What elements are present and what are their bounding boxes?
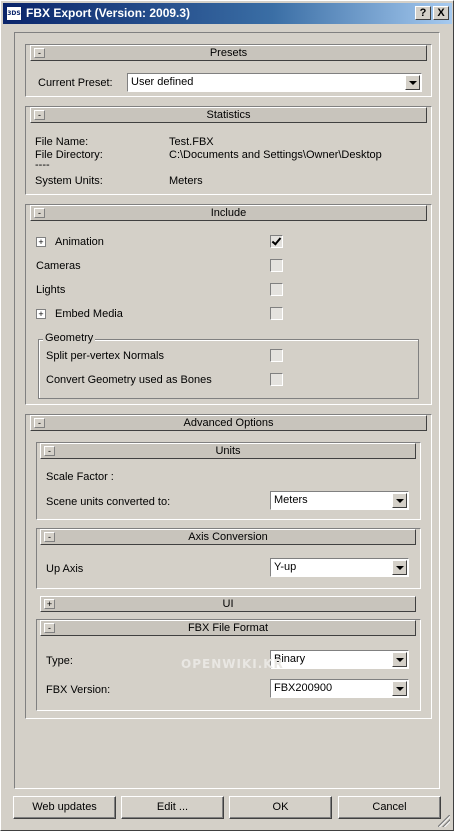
system-units-label: System Units: — [35, 175, 103, 187]
window-title: FBX Export (Version: 2009.3) — [26, 6, 191, 20]
rollout-title: Axis Conversion — [188, 531, 268, 543]
file-name-label: File Name: — [35, 136, 89, 148]
resize-grip-icon[interactable] — [438, 815, 450, 827]
geometry-group-title: Geometry — [43, 332, 96, 344]
rollout-title: Include — [210, 207, 247, 219]
scale-factor-label: Scale Factor : — [46, 471, 114, 483]
geometry-groupbox: Geometry — [38, 332, 419, 399]
current-preset-label: Current Preset: — [38, 77, 113, 89]
scene-units-value: Meters — [274, 494, 308, 506]
cancel-button[interactable]: Cancel — [338, 796, 441, 819]
web-updates-button[interactable]: Web updates — [13, 796, 116, 819]
advanced-options-rollout-header[interactable]: - Advanced Options — [30, 415, 427, 431]
convert-bones-label: Convert Geometry used as Bones — [46, 374, 212, 386]
file-directory-value: C:\Documents and Settings\Owner\Desktop — [169, 149, 382, 161]
statistics-rollout-header[interactable]: - Statistics — [30, 107, 427, 123]
title-bar[interactable]: 3DS FBX Export (Version: 2009.3) ? X — [3, 3, 452, 24]
ok-button[interactable]: OK — [229, 796, 332, 819]
dropdown-arrow-icon[interactable] — [405, 75, 420, 90]
fbx-version-dropdown[interactable]: FBX200900 — [270, 679, 409, 698]
rollout-title: Statistics — [206, 109, 251, 121]
fbx-file-format-rollout-header[interactable]: - FBX File Format — [40, 620, 416, 636]
ui-rollout-header[interactable]: + UI — [40, 596, 416, 612]
file-name-value: Test.FBX — [169, 136, 214, 148]
dropdown-arrow-icon[interactable] — [392, 493, 407, 508]
embed-media-checkbox[interactable] — [270, 307, 283, 320]
animation-label: Animation — [55, 236, 104, 248]
lights-label: Lights — [36, 284, 66, 296]
dropdown-arrow-icon[interactable] — [392, 681, 407, 696]
expand-embed-media-icon[interactable]: + — [36, 309, 46, 319]
fbx-export-dialog: 3DS FBX Export (Version: 2009.3) ? X - P… — [0, 0, 454, 831]
convert-bones-checkbox[interactable] — [270, 373, 283, 386]
system-units-value: Meters — [169, 175, 203, 187]
scene-units-dropdown[interactable]: Meters — [270, 491, 409, 510]
embed-media-label: Embed Media — [55, 308, 123, 320]
split-normals-checkbox[interactable] — [270, 349, 283, 362]
units-rollout-header[interactable]: - Units — [40, 443, 416, 459]
rollout-title: Advanced Options — [183, 417, 274, 429]
cameras-checkbox[interactable] — [270, 259, 283, 272]
current-preset-value: User defined — [131, 76, 194, 88]
expand-animation-icon[interactable]: + — [36, 237, 46, 247]
close-button[interactable]: X — [433, 6, 449, 20]
watermark: OPENWIKI.KR — [181, 657, 284, 671]
presets-rollout-header[interactable]: - Presets — [30, 45, 427, 61]
app-icon: 3DS — [6, 6, 22, 21]
rollout-title: UI — [222, 598, 234, 610]
dropdown-arrow-icon[interactable] — [392, 652, 407, 667]
rollout-title: FBX File Format — [187, 622, 269, 634]
axis-conversion-rollout-header[interactable]: - Axis Conversion — [40, 529, 416, 545]
dropdown-arrow-icon[interactable] — [392, 560, 407, 575]
cameras-label: Cameras — [36, 260, 81, 272]
up-axis-label: Up Axis — [46, 563, 84, 575]
lights-checkbox[interactable] — [270, 283, 283, 296]
up-axis-dropdown[interactable]: Y-up — [270, 558, 409, 577]
help-button[interactable]: ? — [415, 6, 431, 20]
up-axis-value: Y-up — [274, 561, 297, 573]
edit-button[interactable]: Edit ... — [121, 796, 224, 819]
fbx-version-value: FBX200900 — [274, 682, 333, 694]
type-dropdown[interactable]: Binary — [270, 650, 409, 669]
rollout-title: Units — [215, 445, 241, 457]
scene-units-label: Scene units converted to: — [46, 496, 171, 508]
separator-text: ---- — [35, 159, 50, 171]
rollout-title: Presets — [209, 47, 248, 59]
fbx-version-label: FBX Version: — [46, 684, 111, 696]
split-normals-label: Split per-vertex Normals — [46, 350, 164, 362]
animation-checkbox[interactable] — [270, 235, 283, 248]
include-rollout-header[interactable]: - Include — [30, 205, 427, 221]
type-label: Type: — [46, 655, 73, 667]
current-preset-dropdown[interactable]: User defined — [127, 73, 422, 92]
